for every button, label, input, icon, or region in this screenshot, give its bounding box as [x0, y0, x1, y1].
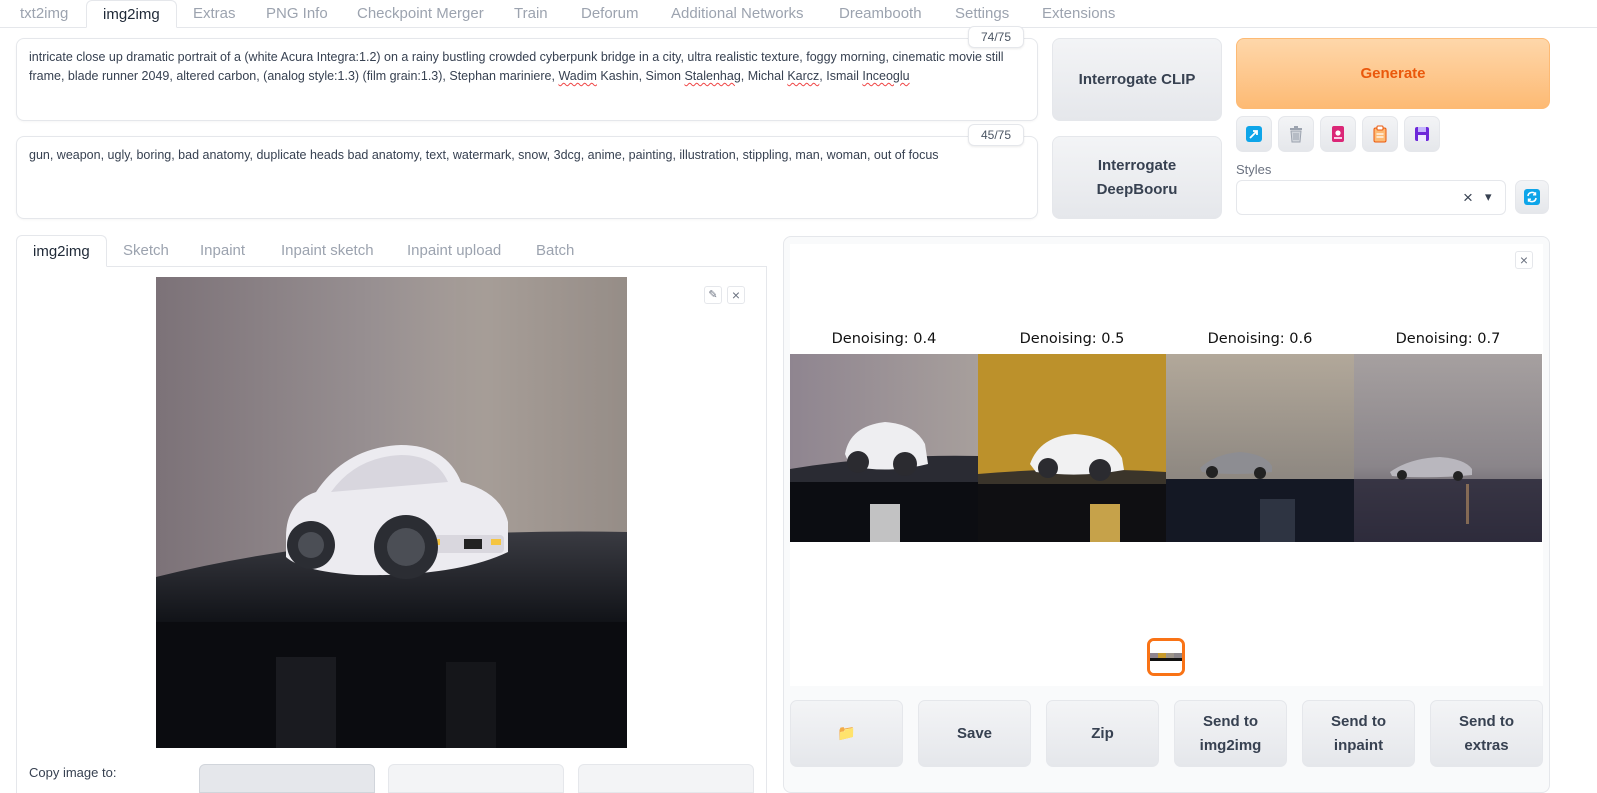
output-grid-photo — [790, 354, 1542, 542]
send-to-extras-button[interactable]: Send to extras — [1430, 700, 1543, 767]
gallery-thumbnail[interactable] — [1147, 638, 1185, 676]
tab-extras[interactable]: Extras — [177, 0, 252, 28]
interrogate-clip-label: Interrogate CLIP — [1078, 70, 1196, 88]
prompt-misspelled-word: Karcz — [787, 69, 820, 83]
negative-prompt-textarea[interactable]: gun, weapon, ugly, boring, bad anatomy, … — [16, 136, 1038, 219]
save-style-button[interactable] — [1404, 116, 1440, 152]
subtab-inpaint-sketch[interactable]: Inpaint sketch — [265, 235, 390, 267]
copy-to-button-1[interactable] — [199, 764, 375, 793]
main-tab-bar: txt2img img2img Extras PNG Info Checkpoi… — [0, 0, 1597, 28]
folder-icon: 📁 — [837, 724, 856, 742]
tab-dreambooth[interactable]: Dreambooth — [823, 0, 938, 28]
negative-prompt-text: gun, weapon, ugly, boring, bad anatomy, … — [29, 148, 939, 162]
edit-image-button[interactable]: ✎ — [704, 286, 722, 304]
negative-prompt-token-counter: 45/75 — [968, 124, 1024, 146]
tab-img2img[interactable]: img2img — [86, 0, 177, 28]
thumbnail-preview — [1150, 641, 1182, 673]
send-to-extras-label-line1: Send to — [1459, 712, 1514, 730]
copy-image-to-label: Copy image to: — [29, 765, 117, 780]
card-icon — [1332, 126, 1344, 142]
prompt-misspelled-word: Stalenhag — [684, 69, 741, 83]
gallery-caption: Denoising: 0.4 — [831, 331, 937, 347]
subtab-inpaint[interactable]: Inpaint — [184, 235, 261, 267]
save-label: Save — [956, 724, 993, 742]
subtab-img2img[interactable]: img2img — [16, 235, 107, 267]
checkbox-arrow-icon — [1246, 126, 1262, 142]
close-gallery-button[interactable]: × — [1515, 251, 1533, 269]
subtab-batch[interactable]: Batch — [520, 235, 590, 267]
tab-png-info[interactable]: PNG Info — [250, 0, 344, 28]
close-icon: × — [1519, 252, 1529, 268]
zip-label: Zip — [1091, 724, 1114, 742]
prompt-word: Kashin — [600, 69, 639, 83]
prompt-textarea[interactable]: intricate close up dramatic portrait of … — [16, 38, 1038, 121]
open-folder-button[interactable]: 📁 — [790, 700, 903, 767]
styles-dropdown[interactable]: × ▾ — [1236, 180, 1506, 215]
prompt-text: , Simon — [638, 69, 685, 83]
pencil-icon: ✎ — [708, 288, 718, 301]
clear-icon[interactable]: × — [1463, 188, 1473, 208]
gallery-caption: Denoising: 0.7 — [1395, 331, 1501, 347]
clipboard-icon — [1373, 125, 1387, 143]
save-button[interactable]: Save — [918, 700, 1031, 767]
tab-settings[interactable]: Settings — [939, 0, 1025, 28]
prompt-misspelled-word: Wadim — [558, 69, 597, 83]
generate-button[interactable]: Generate — [1236, 38, 1550, 109]
gallery-caption: Denoising: 0.5 — [1019, 331, 1125, 347]
send-to-inpaint-label-line1: Send to — [1331, 712, 1386, 730]
tab-additional-networks[interactable]: Additional Networks — [655, 0, 820, 28]
clear-prompt-button[interactable] — [1278, 116, 1314, 152]
styles-label: Styles — [1236, 162, 1272, 177]
prompt-misspelled-word: Inceoglu — [862, 69, 910, 83]
interrogate-deepbooru-label-line1: Interrogate — [1097, 156, 1177, 174]
send-to-img2img-label-line2: img2img — [1199, 736, 1262, 754]
close-icon: × — [731, 287, 741, 303]
prompt-token-counter: 74/75 — [968, 26, 1024, 48]
tab-txt2img[interactable]: txt2img — [4, 0, 84, 28]
img2img-subtab-bar: img2img Sketch Inpaint Inpaint sketch In… — [16, 235, 767, 267]
remove-image-button[interactable]: × — [727, 286, 745, 304]
tab-train[interactable]: Train — [498, 0, 564, 28]
send-to-extras-label-line2: extras — [1464, 736, 1509, 754]
floppy-disk-icon — [1415, 127, 1429, 141]
prompt-text: , Ismail — [819, 69, 863, 83]
extra-networks-button[interactable] — [1320, 116, 1356, 152]
input-photo-toy-car — [156, 277, 627, 748]
tab-extensions[interactable]: Extensions — [1026, 0, 1131, 28]
chevron-down-icon[interactable]: ▾ — [1485, 189, 1492, 205]
apply-style-button[interactable] — [1362, 116, 1398, 152]
send-to-inpaint-button[interactable]: Send to inpaint — [1302, 700, 1415, 767]
generate-label: Generate — [1360, 65, 1426, 82]
subtab-sketch[interactable]: Sketch — [107, 235, 185, 267]
interrogate-deepbooru-label-line2: DeepBooru — [1096, 180, 1178, 198]
send-to-img2img-button[interactable]: Send to img2img — [1174, 700, 1287, 767]
tab-deforum[interactable]: Deforum — [565, 0, 655, 28]
send-to-img2img-label-line1: Send to — [1203, 712, 1258, 730]
copy-to-button-3[interactable] — [578, 764, 754, 793]
zip-button[interactable]: Zip — [1046, 700, 1159, 767]
gallery-caption: Denoising: 0.6 — [1207, 331, 1313, 347]
refresh-icon — [1524, 189, 1540, 205]
interrogate-clip-button[interactable]: Interrogate CLIP — [1052, 38, 1222, 121]
trash-icon — [1290, 126, 1302, 143]
prompt-text: , Michal — [740, 69, 788, 83]
output-image-grid[interactable] — [790, 354, 1542, 542]
send-to-inpaint-label-line2: inpaint — [1333, 736, 1384, 754]
show-extra-networks-button[interactable] — [1236, 116, 1272, 152]
copy-to-button-2[interactable] — [388, 764, 564, 793]
refresh-styles-button[interactable] — [1515, 180, 1549, 214]
input-image[interactable] — [156, 277, 627, 748]
subtab-inpaint-upload[interactable]: Inpaint upload — [391, 235, 517, 267]
interrogate-deepbooru-button[interactable]: Interrogate DeepBooru — [1052, 136, 1222, 219]
tab-checkpoint-merger[interactable]: Checkpoint Merger — [341, 0, 500, 28]
